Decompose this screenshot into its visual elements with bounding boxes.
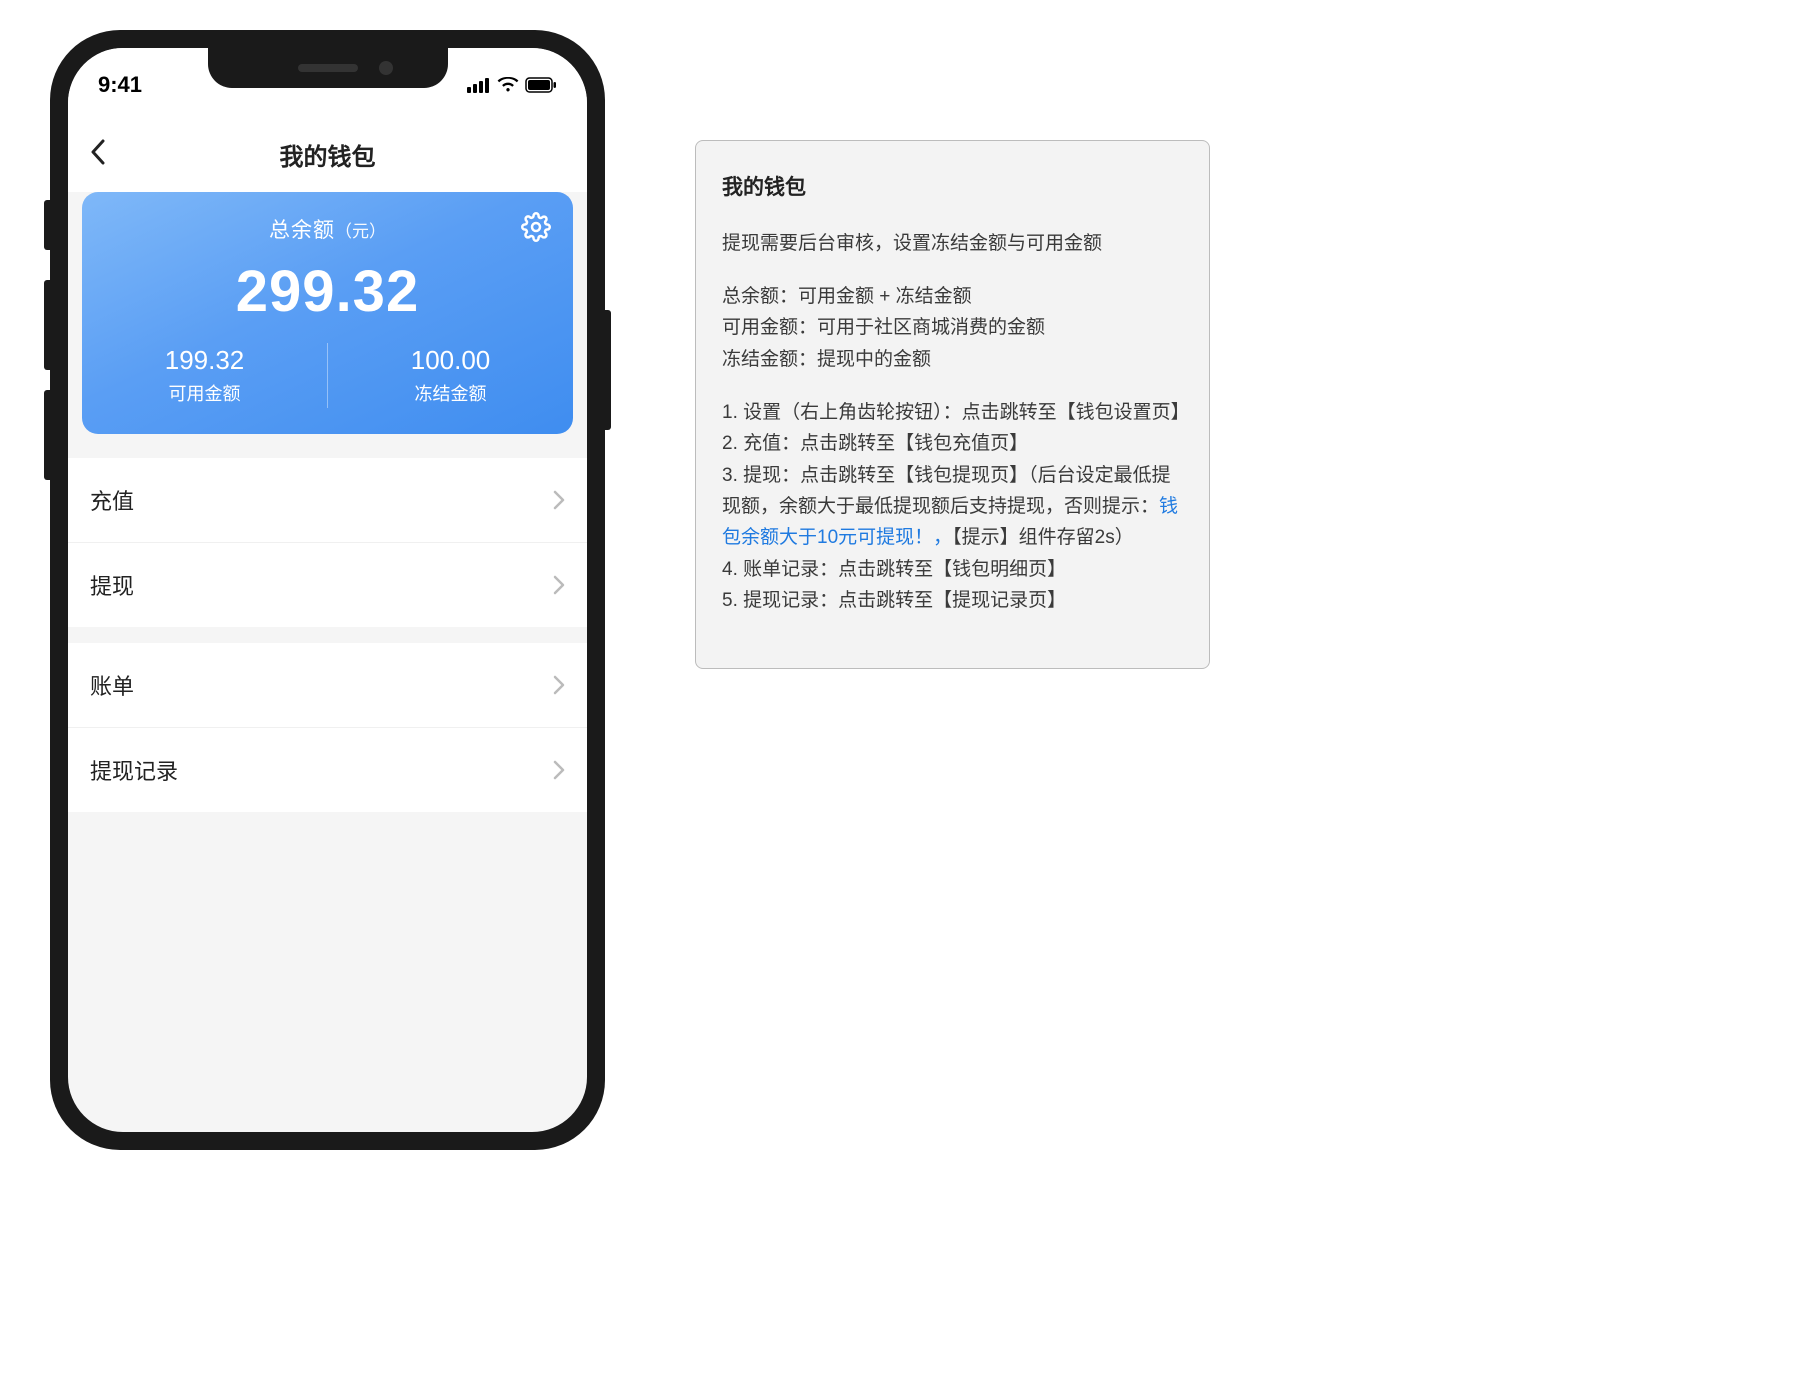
signal-icon: [467, 77, 491, 93]
status-time: 9:41: [98, 72, 142, 98]
chevron-right-icon: [553, 490, 565, 510]
nav-header: 我的钱包: [68, 113, 587, 192]
menu-withdraw-log[interactable]: 提现记录: [68, 728, 587, 812]
spec-rules: 1. 设置（右上角齿轮按钮）：点击跳转至【钱包设置页】 2. 充值：点击跳转至【…: [722, 397, 1183, 616]
phone-screen: 9:41 我的钱包 总余额（元） 299.32: [68, 48, 587, 1132]
available-col: 199.32 可用金额: [82, 343, 328, 408]
phone-notch: [208, 48, 448, 88]
phone-frame: 9:41 我的钱包 总余额（元） 299.32: [50, 30, 605, 1150]
available-value: 199.32: [82, 345, 327, 376]
status-icons: [467, 77, 557, 93]
page-title: 我的钱包: [280, 137, 376, 172]
spec-title: 我的钱包: [722, 171, 1183, 206]
chevron-right-icon: [553, 675, 565, 695]
menu-withdraw[interactable]: 提现: [68, 543, 587, 627]
spec-definitions: 总余额：可用金额 + 冻结金额 可用金额：可用于社区商城消费的金额 冻结金额：提…: [722, 281, 1183, 375]
menu-bill[interactable]: 账单: [68, 643, 587, 728]
balance-title: 总余额（元）: [269, 214, 386, 244]
chevron-right-icon: [553, 575, 565, 595]
available-label: 可用金额: [82, 380, 327, 406]
frozen-value: 100.00: [328, 345, 573, 376]
menu-label: 提现记录: [90, 754, 178, 786]
menu-label: 提现: [90, 569, 134, 601]
frozen-col: 100.00 冻结金额: [328, 343, 573, 408]
frozen-label: 冻结金额: [328, 380, 573, 406]
back-icon[interactable]: [90, 139, 106, 170]
chevron-right-icon: [553, 760, 565, 780]
battery-icon: [525, 77, 557, 93]
gear-icon[interactable]: [521, 212, 551, 247]
menu-label: 账单: [90, 669, 134, 701]
balance-card: 总余额（元） 299.32 199.32 可用金额 100.00 冻结金额: [82, 192, 573, 434]
menu-label: 充值: [90, 484, 134, 516]
spec-subtitle: 提现需要后台审核，设置冻结金额与可用金额: [722, 228, 1183, 259]
menu-recharge[interactable]: 充值: [68, 458, 587, 543]
spec-panel: 我的钱包 提现需要后台审核，设置冻结金额与可用金额 总余额：可用金额 + 冻结金…: [695, 140, 1210, 669]
wifi-icon: [497, 77, 519, 93]
balance-total: 299.32: [82, 258, 573, 325]
